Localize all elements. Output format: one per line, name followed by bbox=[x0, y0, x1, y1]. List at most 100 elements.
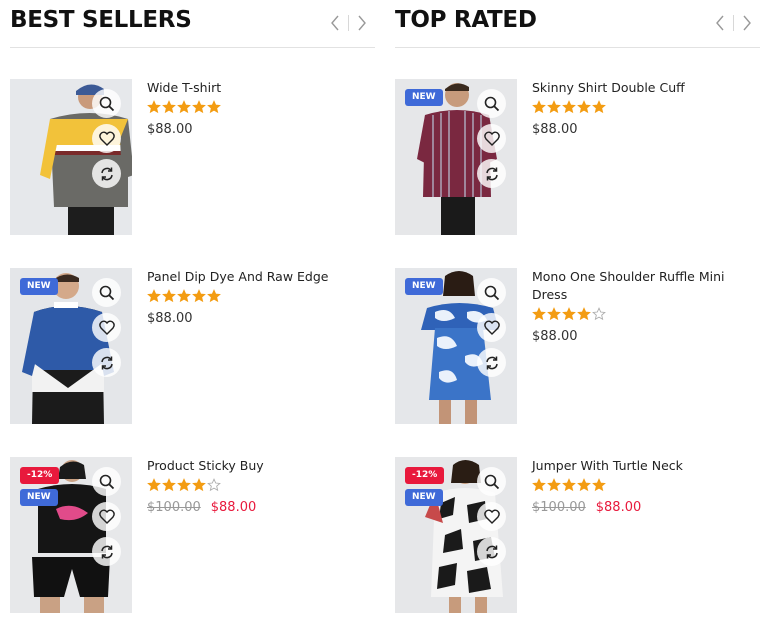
new-badge: NEW bbox=[405, 489, 443, 506]
search-icon bbox=[99, 285, 114, 300]
price-row: $88.00 bbox=[147, 311, 375, 326]
compare-button[interactable] bbox=[92, 159, 121, 188]
star-filled-icon bbox=[562, 478, 576, 492]
star-filled-icon bbox=[177, 100, 191, 114]
search-icon bbox=[99, 96, 114, 111]
compare-button[interactable] bbox=[92, 537, 121, 566]
product-name[interactable]: Skinny Shirt Double Cuff bbox=[532, 79, 760, 97]
compare-button[interactable] bbox=[477, 348, 506, 377]
star-filled-icon bbox=[577, 478, 591, 492]
star-filled-icon bbox=[147, 100, 161, 114]
star-filled-icon bbox=[192, 100, 206, 114]
best-sellers-next-button[interactable] bbox=[349, 12, 375, 34]
compare-button[interactable] bbox=[477, 537, 506, 566]
price-row: $88.00 bbox=[532, 122, 760, 137]
rating-stars bbox=[147, 100, 375, 116]
star-filled-icon bbox=[592, 100, 606, 114]
product-info: Skinny Shirt Double Cuff $88.00 bbox=[532, 79, 760, 137]
price-row: $88.00 bbox=[147, 122, 375, 137]
top-rated-next-button[interactable] bbox=[734, 12, 760, 34]
product-card: -12% NEW Jumper With Turtle Neck $100.00… bbox=[395, 457, 760, 613]
product-image[interactable]: NEW bbox=[395, 268, 517, 424]
best-sellers-title: BEST SELLERS bbox=[10, 7, 192, 33]
star-filled-icon bbox=[207, 100, 221, 114]
star-filled-icon bbox=[162, 100, 176, 114]
discount-badge: -12% bbox=[20, 467, 60, 484]
compare-button[interactable] bbox=[477, 159, 506, 188]
quick-view-button[interactable] bbox=[477, 89, 506, 118]
star-filled-icon bbox=[532, 307, 546, 321]
product-card: NEW Skinny Shirt Double Cuff $88.00 bbox=[395, 79, 760, 235]
product-card: NEW Mono One Shoulder Ruffle Mini Dress … bbox=[395, 268, 760, 424]
old-price: $100.00 bbox=[532, 500, 586, 515]
star-filled-icon bbox=[532, 100, 546, 114]
star-filled-icon bbox=[547, 478, 561, 492]
product-card: NEW Panel Dip Dye And Raw Edge $88.00 bbox=[10, 268, 375, 424]
product-image[interactable]: NEW bbox=[395, 79, 517, 235]
chevron-right-icon bbox=[358, 15, 366, 31]
top-rated-prev-button[interactable] bbox=[707, 12, 733, 34]
wishlist-button[interactable] bbox=[92, 124, 121, 153]
star-filled-icon bbox=[562, 307, 576, 321]
wishlist-button[interactable] bbox=[477, 124, 506, 153]
rating-stars bbox=[532, 100, 760, 116]
star-filled-icon bbox=[577, 307, 591, 321]
search-icon bbox=[484, 285, 499, 300]
discount-badge: -12% bbox=[405, 467, 445, 484]
quick-view-button[interactable] bbox=[92, 278, 121, 307]
star-filled-icon bbox=[592, 478, 606, 492]
quick-view-button[interactable] bbox=[477, 467, 506, 496]
product-info: Panel Dip Dye And Raw Edge $88.00 bbox=[147, 268, 375, 326]
quick-view-button[interactable] bbox=[92, 467, 121, 496]
star-filled-icon bbox=[162, 289, 176, 303]
product-image[interactable]: -12% NEW bbox=[10, 457, 132, 613]
product-image[interactable]: -12% NEW bbox=[395, 457, 517, 613]
product-image[interactable]: NEW bbox=[10, 268, 132, 424]
product-price: $88.00 bbox=[147, 311, 193, 326]
price-row: $88.00 bbox=[532, 329, 760, 344]
price-row: $100.00 $88.00 bbox=[532, 500, 760, 515]
star-filled-icon bbox=[562, 100, 576, 114]
wishlist-button[interactable] bbox=[477, 502, 506, 531]
star-filled-icon bbox=[547, 307, 561, 321]
heart-icon bbox=[98, 131, 115, 146]
wishlist-button[interactable] bbox=[477, 313, 506, 342]
top-rated-column: TOP RATED NEW Skinny Shirt Double Cuff $… bbox=[395, 0, 760, 623]
price-row: $100.00 $88.00 bbox=[147, 500, 375, 515]
star-filled-icon bbox=[147, 289, 161, 303]
chevron-left-icon bbox=[331, 15, 339, 31]
rating-stars bbox=[147, 289, 375, 305]
product-price: $88.00 bbox=[532, 329, 578, 344]
new-badge: NEW bbox=[20, 489, 58, 506]
top-rated-header: TOP RATED bbox=[395, 0, 760, 48]
product-image[interactable] bbox=[10, 79, 132, 235]
refresh-icon bbox=[100, 356, 113, 369]
compare-button[interactable] bbox=[92, 348, 121, 377]
product-info: Product Sticky Buy $100.00 $88.00 bbox=[147, 457, 375, 515]
refresh-icon bbox=[485, 167, 498, 180]
wishlist-button[interactable] bbox=[92, 502, 121, 531]
best-sellers-prev-button[interactable] bbox=[322, 12, 348, 34]
old-price: $100.00 bbox=[147, 500, 201, 515]
quick-view-button[interactable] bbox=[92, 89, 121, 118]
wishlist-button[interactable] bbox=[92, 313, 121, 342]
star-filled-icon bbox=[207, 289, 221, 303]
best-sellers-nav bbox=[322, 12, 375, 34]
product-card: Wide T-shirt $88.00 bbox=[10, 79, 375, 235]
product-name[interactable]: Product Sticky Buy bbox=[147, 457, 375, 475]
new-badge: NEW bbox=[405, 89, 443, 106]
product-name[interactable]: Jumper With Turtle Neck bbox=[532, 457, 760, 475]
product-name[interactable]: Mono One Shoulder Ruffle Mini Dress bbox=[532, 268, 760, 304]
top-rated-title: TOP RATED bbox=[395, 7, 537, 33]
star-filled-icon bbox=[532, 478, 546, 492]
new-badge: NEW bbox=[405, 278, 443, 295]
product-name[interactable]: Wide T-shirt bbox=[147, 79, 375, 97]
refresh-icon bbox=[485, 545, 498, 558]
star-filled-icon bbox=[147, 478, 161, 492]
quick-view-button[interactable] bbox=[477, 278, 506, 307]
sale-price: $88.00 bbox=[595, 500, 642, 515]
rating-stars bbox=[147, 478, 375, 494]
star-filled-icon bbox=[177, 478, 191, 492]
heart-icon bbox=[483, 509, 500, 524]
product-name[interactable]: Panel Dip Dye And Raw Edge bbox=[147, 268, 375, 286]
